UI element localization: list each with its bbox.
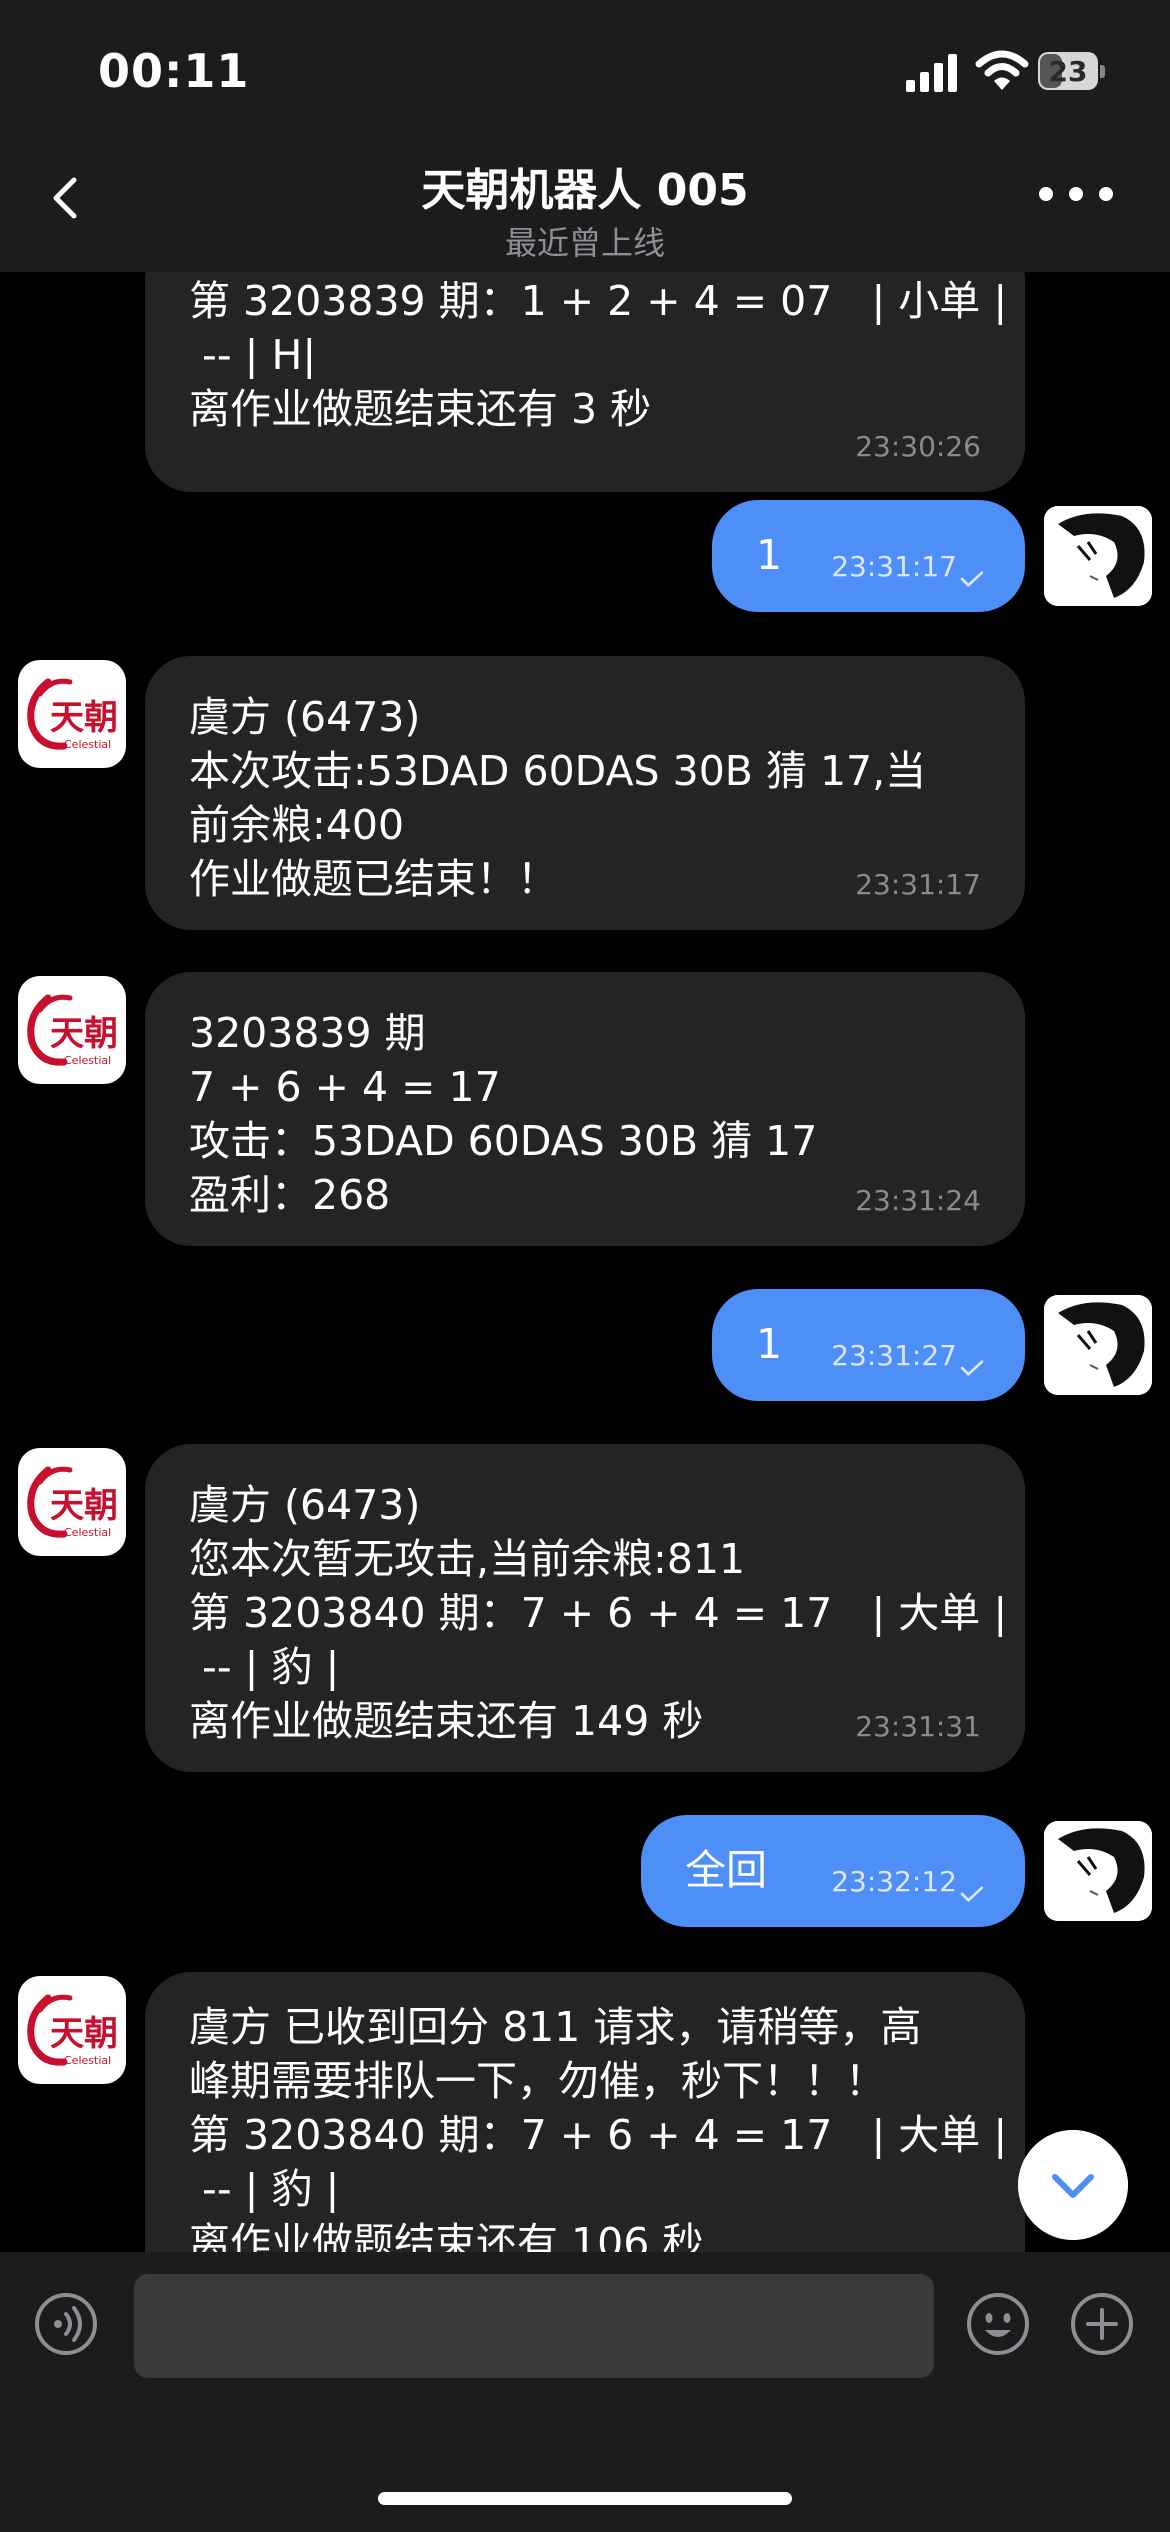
- message-text: 1: [756, 1320, 783, 1368]
- incoming-message[interactable]: 虞方 (6473) 本次攻击:53DAD 60DAS 30B 猜 17,当 前余…: [145, 656, 1025, 930]
- user-avatar[interactable]: [1044, 1821, 1152, 1921]
- scroll-to-bottom-button[interactable]: [1018, 2130, 1128, 2240]
- chat-status: 最近曾上线: [504, 224, 665, 262]
- bot-avatar[interactable]: 天朝 Celestial: [18, 1976, 126, 2084]
- message-text: 虞方 (6473) 本次攻击:53DAD 60DAS 30B 猜 17,当 前余…: [189, 693, 927, 903]
- bot-avatar-label: 天朝: [50, 1486, 118, 1526]
- chat-title[interactable]: 天朝机器人 005: [0, 154, 1170, 218]
- user-avatar[interactable]: [1044, 1295, 1152, 1395]
- bot-avatar-label: 天朝: [50, 2014, 118, 2054]
- incoming-message[interactable]: 虞方 (6473) 您本次暂无攻击,当前余粮:811 第 3203840 期：7…: [145, 1444, 1025, 1772]
- bot-avatar-label: 天朝: [50, 698, 118, 738]
- wifi-icon: [975, 50, 1029, 90]
- attach-plus-icon[interactable]: [1070, 2292, 1134, 2356]
- composer-bar: [0, 2252, 1170, 2532]
- cellular-signal-icon: [906, 54, 957, 92]
- status-bar: 00:11 23: [0, 0, 1170, 140]
- outgoing-message[interactable]: 1 23:31:17: [712, 500, 1025, 612]
- bot-avatar-sublabel: Celestial: [64, 1054, 112, 1067]
- status-time: 00:11: [98, 44, 250, 98]
- bot-avatar[interactable]: 天朝 Celestial: [18, 1448, 126, 1556]
- sent-check-icon: [960, 1886, 984, 1902]
- bot-avatar-sublabel: Celestial: [64, 1526, 112, 1539]
- battery-icon: 23: [1038, 52, 1105, 92]
- message-timestamp: 23:30:26: [855, 430, 981, 463]
- outgoing-message[interactable]: 1 23:31:27: [712, 1289, 1025, 1401]
- message-text: 1: [756, 531, 783, 579]
- message-text: 3203839 期 7 + 6 + 4 = 17 攻击：53DAD 60DAS …: [189, 1009, 818, 1219]
- message-timestamp: 23:31:17: [831, 550, 957, 583]
- message-timestamp: 23:31:31: [855, 1710, 981, 1743]
- sent-check-icon: [960, 571, 984, 587]
- message-timestamp: 23:32:12: [831, 1865, 957, 1898]
- bot-avatar[interactable]: 天朝 Celestial: [18, 660, 126, 768]
- bot-avatar[interactable]: 天朝 Celestial: [18, 976, 126, 1084]
- bot-avatar-sublabel: Celestial: [64, 738, 112, 751]
- emoji-icon[interactable]: [966, 2292, 1030, 2356]
- message-text: 虞方 已收到回分 811 请求，请稍等，高 峰期需要排队一下，勿催，秒下！！！ …: [189, 2003, 1008, 2252]
- sent-check-icon: [960, 1360, 984, 1376]
- incoming-message[interactable]: 第 3203839 期：1 + 2 + 4 = 07 | 小单 | -- | H…: [145, 272, 1025, 492]
- incoming-message[interactable]: 3203839 期 7 + 6 + 4 = 17 攻击：53DAD 60DAS …: [145, 972, 1025, 1246]
- bot-avatar-sublabel: Celestial: [64, 2054, 112, 2067]
- home-indicator[interactable]: [378, 2492, 792, 2505]
- outgoing-message[interactable]: 全回 23:32:12: [641, 1815, 1025, 1927]
- user-avatar[interactable]: [1044, 506, 1152, 606]
- message-timestamp: 23:31:27: [831, 1339, 957, 1372]
- message-list[interactable]: 第 3203839 期：1 + 2 + 4 = 07 | 小单 | -- | H…: [0, 272, 1170, 2252]
- message-timestamp: 23:31:24: [855, 1184, 981, 1217]
- more-options-icon[interactable]: [1036, 184, 1116, 204]
- battery-level: 23: [1048, 55, 1088, 88]
- message-timestamp: 23:31:17: [855, 868, 981, 901]
- message-text: 全回: [685, 1846, 767, 1894]
- bot-avatar-label: 天朝: [50, 1014, 118, 1054]
- voice-message-icon[interactable]: [34, 2292, 98, 2356]
- chat-header: 天朝机器人 005 最近曾上线: [0, 140, 1170, 272]
- message-text: 第 3203839 期：1 + 2 + 4 = 07 | 小单 | -- | H…: [189, 277, 1008, 433]
- message-input[interactable]: [134, 2274, 934, 2378]
- incoming-message[interactable]: 虞方 已收到回分 811 请求，请稍等，高 峰期需要排队一下，勿催，秒下！！！ …: [145, 1972, 1025, 2252]
